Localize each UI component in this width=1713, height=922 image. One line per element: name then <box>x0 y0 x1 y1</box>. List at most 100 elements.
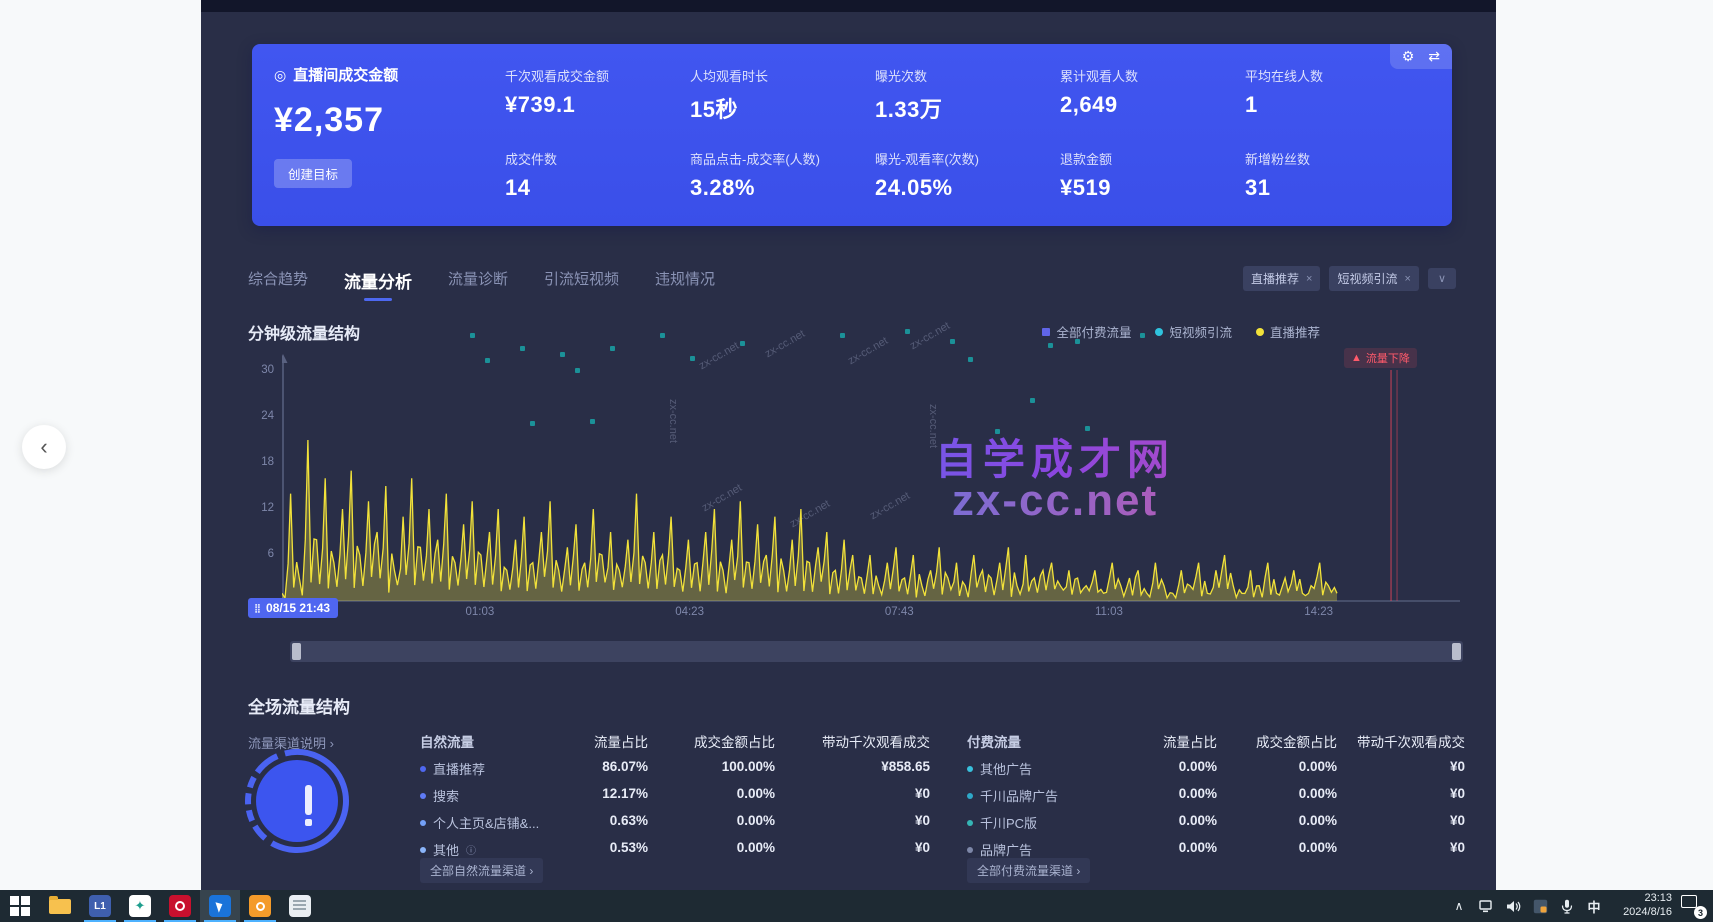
y-tick-label: 12 <box>248 502 274 514</box>
analysis-tabs: 综合趋势 流量分析 流量诊断 引流短视频 违规情况 <box>248 268 715 301</box>
table-cell-value: ¥0 <box>775 786 930 805</box>
scatter-artifact <box>1085 426 1090 431</box>
app-browser-icon[interactable] <box>200 890 240 922</box>
notepad-icon[interactable] <box>280 890 320 922</box>
filter-tag[interactable]: 短视频引流× <box>1329 266 1418 291</box>
legend-marker <box>1256 328 1264 336</box>
gear-icon[interactable]: ⚙ <box>1402 48 1415 65</box>
scatter-artifact <box>740 341 745 346</box>
range-handle-left[interactable] <box>292 643 301 660</box>
volume-icon[interactable] <box>1504 897 1522 915</box>
create-goal-button[interactable]: 创建目标 <box>274 159 352 188</box>
y-tick-label: 18 <box>248 456 274 468</box>
table-cell-value: 0.00% <box>1147 840 1217 859</box>
kpi-card: ◎ 直播间成交金额 ¥2,357 创建目标 千次观看成交金额¥739.1人均观看… <box>252 44 1452 226</box>
microphone-icon[interactable] <box>1558 897 1576 915</box>
card-toolbar: ⚙ ⇄ <box>1390 44 1452 69</box>
scatter-artifact <box>1140 333 1145 338</box>
target-icon: ◎ <box>274 68 286 82</box>
scatter-artifact <box>1048 343 1053 348</box>
traffic-alert-badge[interactable]: ▲ 流量下降 <box>1344 348 1417 368</box>
table-row-name[interactable]: 千川品牌广告 <box>967 786 1147 805</box>
legend-label: 直播推荐 <box>1270 322 1320 341</box>
legend-marker <box>1155 328 1163 336</box>
channel-label: 搜索 <box>433 786 459 805</box>
table-cell-value: 100.00% <box>648 759 775 778</box>
metric-value: ¥519 <box>1060 175 1245 201</box>
info-icon[interactable]: ⓘ <box>466 842 476 857</box>
range-handle-right[interactable] <box>1452 643 1461 660</box>
scatter-artifact <box>520 346 525 351</box>
traffic-section-title: 全场流量结构 <box>248 693 350 718</box>
app-red-icon[interactable] <box>160 890 200 922</box>
channel-dot <box>967 847 973 853</box>
table-row-name[interactable]: 其他广告 <box>967 759 1147 778</box>
swap-icon[interactable]: ⇄ <box>1428 48 1440 65</box>
system-tray: ∧ 中 23:13 2024/8/16 3 <box>1450 890 1707 922</box>
tab-引流短视频[interactable]: 引流短视频 <box>544 268 619 301</box>
channel-dot <box>420 820 426 826</box>
minute-traffic-chart[interactable] <box>282 352 1460 602</box>
filter-dropdown-chevron-icon[interactable]: ∨ <box>1428 268 1456 289</box>
table-row-name[interactable]: 品牌广告 <box>967 840 1147 859</box>
back-chevron-icon: ‹ <box>40 434 47 460</box>
x-axis-start-badge[interactable]: ⣿08/15 21:43 <box>248 598 338 618</box>
network-icon[interactable] <box>1477 897 1495 915</box>
metric-value: 3.28% <box>690 175 875 201</box>
metric-value: 31 <box>1245 175 1430 201</box>
metric-value: 15秒 <box>690 92 875 124</box>
tab-综合趋势[interactable]: 综合趋势 <box>248 268 308 301</box>
tray-expand-icon[interactable]: ∧ <box>1450 897 1468 915</box>
app-l1-icon[interactable]: L1 <box>80 890 120 922</box>
table-name-header: 自然流量 <box>420 731 590 751</box>
y-tick-label: 30 <box>248 364 274 376</box>
time-range-slider[interactable] <box>290 641 1463 662</box>
clock-date: 2024/8/16 <box>1612 906 1672 920</box>
channel-dot <box>967 766 973 772</box>
metric-label: 成交件数 <box>505 149 690 168</box>
table-name-header: 付费流量 <box>967 731 1147 751</box>
kpi-metric: 退款金额¥519 <box>1060 143 1245 220</box>
start-button[interactable] <box>0 890 40 922</box>
close-icon[interactable]: × <box>1306 273 1312 285</box>
y-tick-label: 6 <box>248 548 274 560</box>
close-icon[interactable]: × <box>1405 273 1411 285</box>
tray-app-icon[interactable] <box>1531 897 1549 915</box>
notification-center[interactable]: 3 <box>1681 895 1707 917</box>
app-orange-icon[interactable] <box>240 890 280 922</box>
file-explorer-icon[interactable] <box>40 890 80 922</box>
table-cell-value: 12.17% <box>590 786 648 805</box>
back-button[interactable]: ‹ <box>22 425 66 469</box>
legend-item[interactable]: 全部付费流量 <box>1042 322 1131 341</box>
natural-traffic-table: 自然流量流量占比成交金额占比带动千次观看成交直播推荐86.07%100.00%¥… <box>420 731 930 859</box>
ime-indicator[interactable]: 中 <box>1585 897 1603 915</box>
alert-triangle-icon: ▲ <box>1351 352 1362 364</box>
scatter-artifact <box>530 421 535 426</box>
channel-dot <box>420 847 426 853</box>
filter-tag[interactable]: 直播推荐× <box>1243 266 1320 291</box>
table-row-name[interactable]: 直播推荐 <box>420 759 590 778</box>
kpi-metric: 千次观看成交金额¥739.1 <box>505 60 690 137</box>
kpi-metric: 曝光-观看率(次数)24.05% <box>875 143 1060 220</box>
all-natural-channels-link[interactable]: 全部自然流量渠道 › <box>420 858 543 883</box>
drag-handle-icon: ⣿ <box>254 603 261 614</box>
table-cell-value: ¥858.65 <box>775 759 930 778</box>
traffic-donut-chart[interactable] <box>244 748 350 854</box>
filter-tags: 直播推荐× 短视频引流× ∨ <box>1243 266 1456 291</box>
table-row-name[interactable]: 其他ⓘ <box>420 840 590 859</box>
tab-违规情况[interactable]: 违规情况 <box>655 268 715 301</box>
legend-item[interactable]: 直播推荐 <box>1256 322 1320 341</box>
table-row-name[interactable]: 千川PC版 <box>967 813 1147 832</box>
x-tick-label: 01:03 <box>445 606 515 618</box>
table-col-header: 流量占比 <box>1147 731 1217 751</box>
legend-item[interactable]: 短视频引流 <box>1155 322 1232 341</box>
clock[interactable]: 23:13 2024/8/16 <box>1612 892 1672 920</box>
channel-dot <box>420 793 426 799</box>
table-row-name[interactable]: 搜索 <box>420 786 590 805</box>
app-teal-icon[interactable]: ✦ <box>120 890 160 922</box>
table-row-name[interactable]: 个人主页&店铺&... <box>420 813 590 832</box>
all-paid-channels-link[interactable]: 全部付费流量渠道 › <box>967 858 1090 883</box>
scatter-artifact <box>590 419 595 424</box>
tab-流量诊断[interactable]: 流量诊断 <box>448 268 508 301</box>
tab-流量分析[interactable]: 流量分析 <box>344 268 412 301</box>
